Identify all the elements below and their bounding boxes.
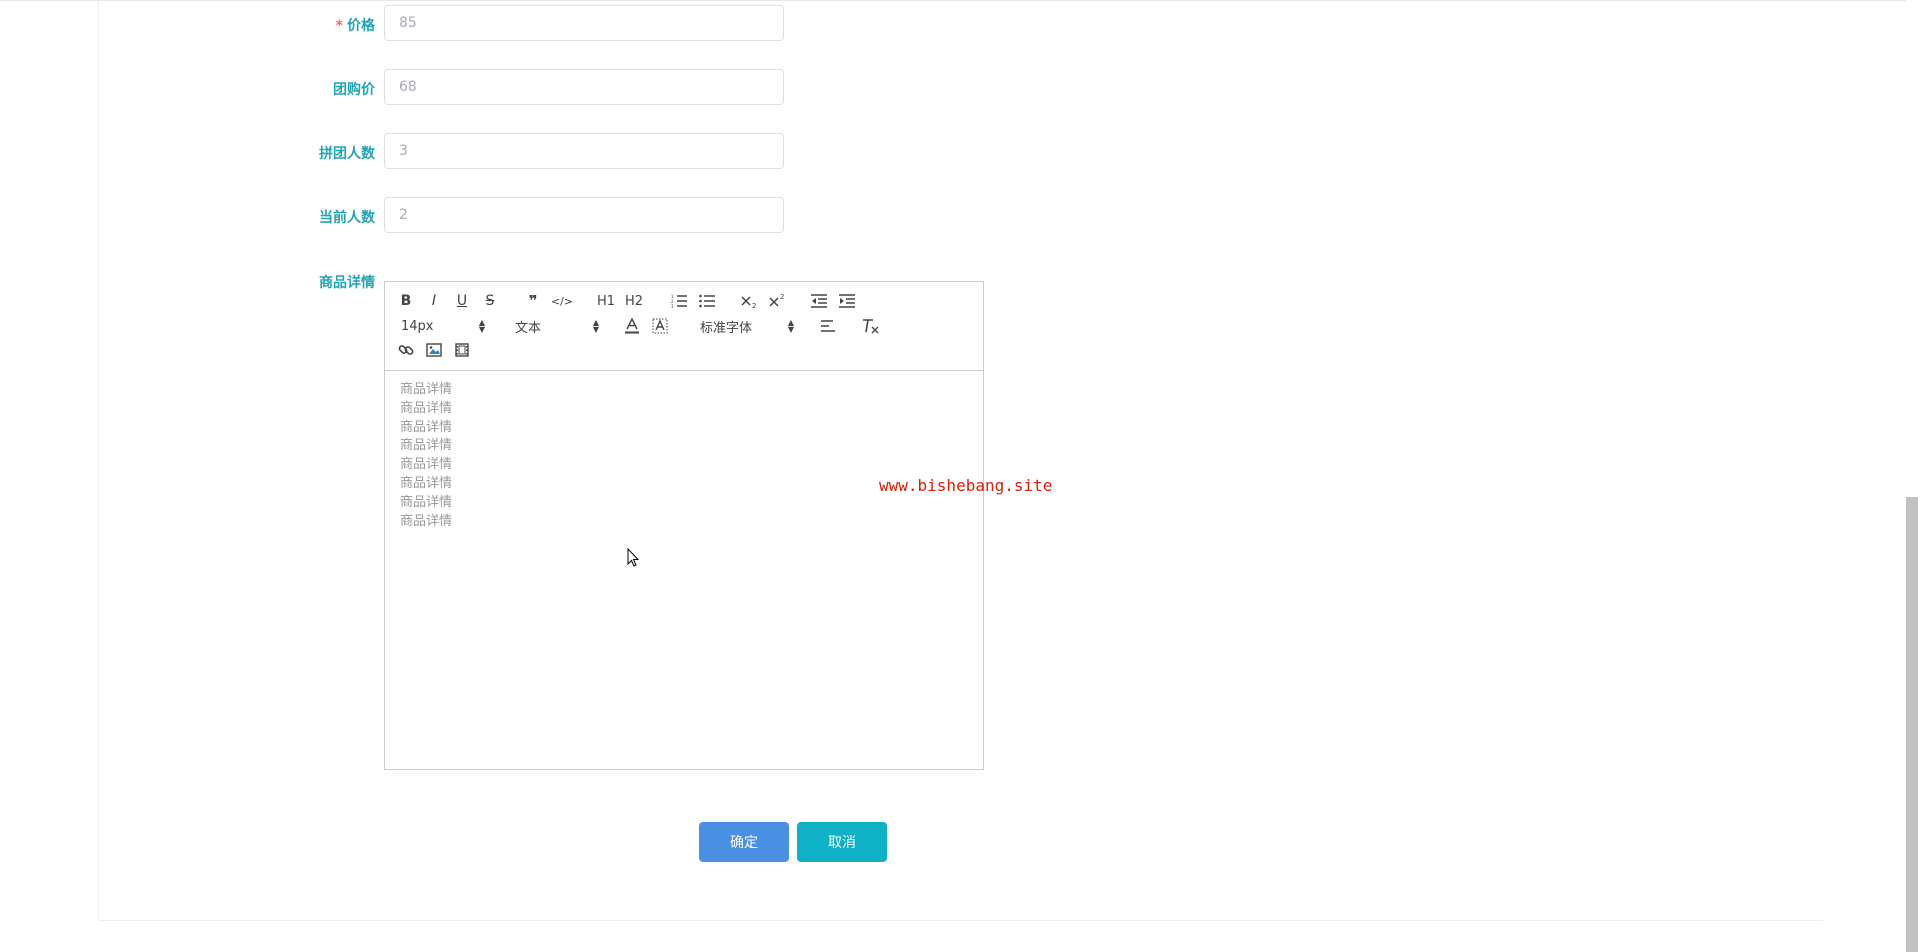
italic-button[interactable]: I <box>425 291 443 311</box>
top-divider <box>0 0 1918 1</box>
font-family-picker[interactable]: 标准字体 ▲ ▼ <box>700 316 794 336</box>
font-family-picker-label: 标准字体 <box>700 320 753 336</box>
content-line: 商品详情 <box>400 438 453 454</box>
content-line: 商品详情 <box>400 513 453 529</box>
content-line: 商品详情 <box>400 419 453 435</box>
watermark-text: www.bishebang.site <box>879 476 1053 495</box>
subscript-icon: 2 <box>741 293 759 309</box>
indent-icon <box>839 294 855 308</box>
ordered-list-button[interactable]: 123 <box>669 291 689 311</box>
group-size-label: 拼团人数 <box>319 146 375 162</box>
current-count-input[interactable] <box>384 197 784 233</box>
text-color-icon <box>625 318 639 334</box>
text-color-button[interactable] <box>623 316 641 336</box>
rich-text-editor: B I U S ❞ </> H1 H2 123 2 2 14px ▲ ▼ 文本 … <box>384 281 984 770</box>
scrollbar-thumb[interactable] <box>1906 497 1918 952</box>
svg-text:3: 3 <box>671 304 674 308</box>
picker-arrows-icon: ▲ ▼ <box>592 318 599 334</box>
bullet-list-button[interactable] <box>697 291 717 311</box>
bullet-list-icon <box>699 294 715 308</box>
picker-arrows-icon: ▲ ▼ <box>478 318 485 334</box>
video-icon <box>455 343 469 357</box>
editor-content[interactable]: 商品详情 商品详情 商品详情 商品详情 商品详情 商品详情 商品详情 商品详情 <box>385 371 983 769</box>
indent-button[interactable] <box>837 291 857 311</box>
header-picker[interactable]: 文本 ▲ ▼ <box>515 316 599 336</box>
align-left-icon <box>821 319 835 333</box>
superscript-button[interactable]: 2 <box>767 291 789 311</box>
strike-button[interactable]: S <box>481 291 499 311</box>
svg-text:2: 2 <box>780 293 784 301</box>
panel-bottom-border <box>98 920 1823 921</box>
mouse-cursor-icon <box>627 547 640 572</box>
font-size-picker-label: 14px <box>401 318 434 334</box>
subscript-button[interactable]: 2 <box>739 291 761 311</box>
current-count-label: 当前人数 <box>319 210 375 226</box>
bold-button[interactable]: B <box>397 291 415 311</box>
editor-toolbar: B I U S ❞ </> H1 H2 123 2 2 14px ▲ ▼ 文本 … <box>385 282 983 371</box>
outdent-icon <box>811 294 827 308</box>
details-label: 商品详情 <box>319 275 375 291</box>
align-button[interactable] <box>819 316 837 336</box>
code-block-button[interactable]: </> <box>551 291 573 311</box>
image-button[interactable] <box>425 340 443 360</box>
background-color-button[interactable] <box>651 316 669 336</box>
content-line: 商品详情 <box>400 494 453 510</box>
content-line: 商品详情 <box>400 382 453 397</box>
group-price-label: 团购价 <box>333 82 375 98</box>
image-icon <box>426 343 442 357</box>
outdent-button[interactable] <box>809 291 829 311</box>
price-label-text: 价格 <box>347 18 375 34</box>
link-icon <box>398 342 414 358</box>
confirm-button[interactable]: 确定 <box>699 822 789 862</box>
price-input[interactable] <box>384 5 784 41</box>
clear-format-icon <box>862 318 880 334</box>
blockquote-button[interactable]: ❞ <box>524 291 542 311</box>
superscript-icon: 2 <box>769 293 787 309</box>
panel-left-border <box>98 0 99 920</box>
svg-text:2: 2 <box>752 302 756 309</box>
header2-button[interactable]: H2 <box>623 291 645 311</box>
group-size-input[interactable] <box>384 133 784 169</box>
video-button[interactable] <box>453 340 471 360</box>
background-color-icon <box>652 318 668 334</box>
group-price-input[interactable] <box>384 69 784 105</box>
header1-button[interactable]: H1 <box>595 291 617 311</box>
price-label: * 价格 <box>245 15 375 35</box>
ordered-list-icon: 123 <box>671 294 687 308</box>
clear-format-button[interactable] <box>861 316 881 336</box>
link-button[interactable] <box>397 340 415 360</box>
cancel-button[interactable]: 取消 <box>797 822 887 862</box>
header-picker-label: 文本 <box>515 320 542 336</box>
picker-arrows-icon: ▲ ▼ <box>787 318 794 334</box>
font-size-picker[interactable]: 14px ▲ ▼ <box>401 316 485 336</box>
required-mark: * <box>335 18 343 34</box>
content-line: 商品详情 <box>400 400 453 416</box>
underline-button[interactable]: U <box>453 291 471 311</box>
content-line: 商品详情 <box>400 457 453 473</box>
